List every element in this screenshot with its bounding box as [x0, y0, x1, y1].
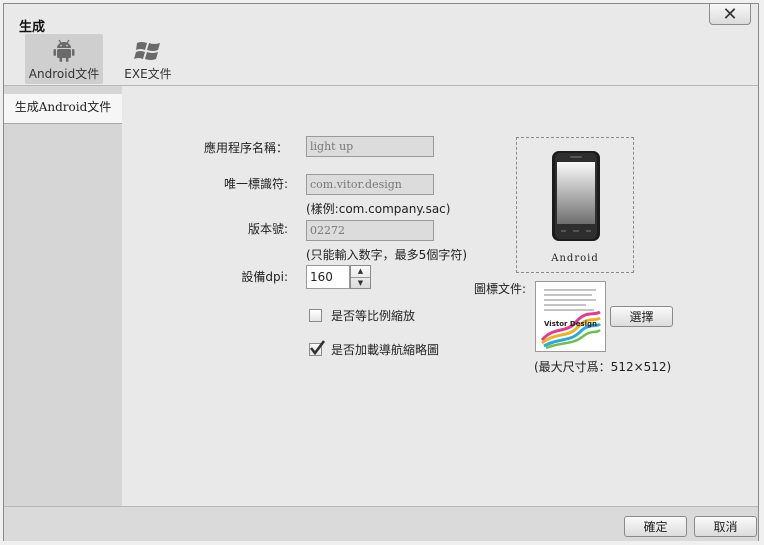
version-hint: (只能輸入数字，最多5個字符): [306, 248, 467, 262]
app-name-field[interactable]: light up: [306, 136, 434, 157]
nav-checkbox-label: 是否加載導航縮略圖: [331, 343, 440, 357]
version-label: 版本號:: [247, 222, 288, 236]
device-preview: Android: [516, 137, 634, 273]
close-icon: ✕: [722, 3, 738, 25]
phone-icon: [552, 151, 600, 241]
ok-button[interactable]: 確定: [624, 516, 687, 537]
icon-image: [536, 282, 605, 351]
icon-size-hint: (最大尺寸爲：512×512): [534, 360, 672, 374]
sidebar: 生成Android文件: [4, 86, 122, 506]
choose-icon-button[interactable]: 選擇: [610, 306, 673, 327]
close-button[interactable]: ✕: [709, 4, 751, 25]
tab-exe[interactable]: EXE文件: [115, 34, 181, 84]
cancel-button[interactable]: 取消: [694, 516, 757, 537]
checkmark-icon: [309, 340, 325, 356]
tab-android-label: Android文件: [28, 67, 100, 81]
identifier-label: 唯一標識符:: [223, 177, 288, 191]
dpi-input[interactable]: 160: [306, 265, 350, 289]
icon-thumbnail[interactable]: Vistor Design: [535, 281, 606, 352]
scale-checkbox[interactable]: [309, 309, 322, 322]
icon-file-label: 圖標文件:: [474, 282, 527, 296]
tab-exe-label: EXE文件: [124, 67, 172, 81]
stepper-up-icon[interactable]: ▲: [351, 266, 370, 278]
dpi-label: 設備dpi:: [241, 270, 288, 284]
app-name-label: 應用程序名稱：: [203, 141, 288, 155]
icon-thumbnail-text: Vistor Design: [544, 320, 598, 328]
preview-caption: Android: [551, 253, 599, 264]
stepper-down-icon[interactable]: ▼: [351, 278, 370, 289]
identifier-hint: (樣例:com.company.sac): [306, 202, 451, 216]
scale-checkbox-label: 是否等比例縮放: [331, 309, 416, 323]
version-field[interactable]: 02272: [306, 220, 434, 241]
dialog-window: 生成 ✕ Android文件 EXE文件 生成Android文件 應用程序名稱：…: [3, 3, 759, 541]
windows-icon: [134, 42, 160, 60]
footer-bar: 確定 取消: [4, 506, 758, 541]
dialog-title: 生成: [19, 20, 46, 35]
sidebar-item-generate-android[interactable]: 生成Android文件: [4, 94, 122, 124]
android-icon: [53, 39, 75, 62]
tab-android[interactable]: Android文件: [25, 34, 103, 84]
nav-checkbox[interactable]: [309, 340, 325, 356]
dpi-stepper[interactable]: ▲ ▼: [350, 265, 371, 289]
identifier-field[interactable]: com.vitor.design: [306, 174, 434, 195]
